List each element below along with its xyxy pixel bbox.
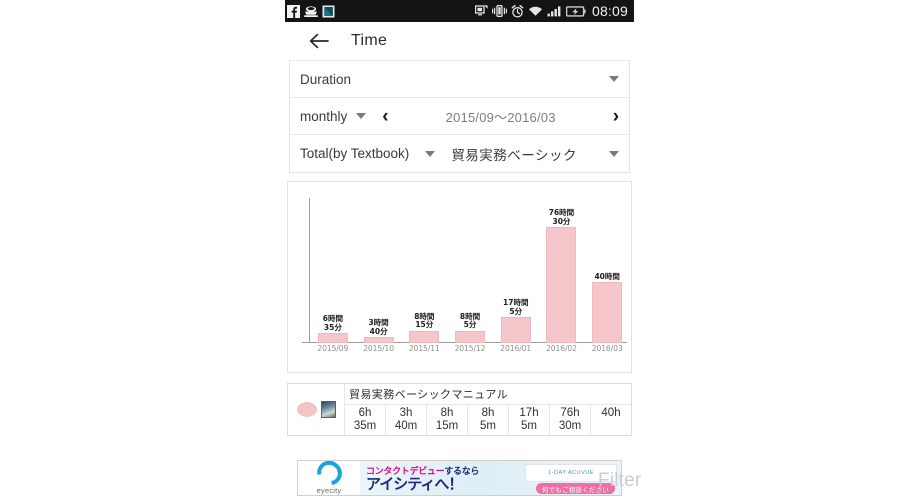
bar-group: 6時間 35分 <box>310 198 356 343</box>
period-chevron-down-icon[interactable] <box>356 113 367 119</box>
bar-value-label: 17時間 5分 <box>503 298 529 316</box>
app-tile-icon <box>322 5 335 18</box>
bar-chart: 6時間 35分 3時間 40分 8時間 15分 8時間 5分 17時間 5分 76時間 30分 40時間… <box>288 182 631 372</box>
aggregate-select-label[interactable]: Total(by Textbook) <box>300 146 409 161</box>
ad-brand-logo: eyecity <box>298 461 360 495</box>
bar-group: 17時間 5分 <box>493 198 539 343</box>
ad-headline-main: アイシティへ！ <box>366 475 463 493</box>
bar <box>500 317 531 343</box>
chart-x-labels: 2015/09 2015/10 2015/11 2015/12 2016/01 2016/… <box>310 344 630 353</box>
ad-cta-pill[interactable]: 何でもご相談ください <box>536 483 615 494</box>
phone-screen: 08:09 Time Duration monthly ‹ 2015/09〜20… <box>285 0 634 500</box>
textbook-chevron-down-icon[interactable] <box>609 150 619 157</box>
prev-period-button[interactable]: ‹ <box>382 107 388 126</box>
bar <box>317 333 348 343</box>
facebook-icon <box>287 4 300 18</box>
status-bar-left-icons <box>287 4 335 18</box>
legend-body: 貿易実務ベーシックマニュアル 6h 35m 3h 40m 8h 15m 8h 5m 17h 5m 7… <box>345 384 631 435</box>
bar-group: 8時間 15分 <box>401 198 447 343</box>
x-axis-tick-label: 2015/10 <box>363 344 394 353</box>
chart-bars: 6時間 35分 3時間 40分 8時間 15分 8時間 5分 17時間 5分 76時間 30分 40時間 <box>310 198 630 343</box>
x-axis-tick-label: 2015/11 <box>408 344 440 353</box>
status-bar-clock: 08:09 <box>591 3 628 19</box>
date-range-label: 2015/09〜2016/03 <box>445 109 556 125</box>
period-select-label[interactable]: monthly <box>300 109 347 124</box>
bar-value-label: 8時間 15分 <box>414 311 435 329</box>
textbook-select-label[interactable]: 貿易実務ベーシック <box>451 144 577 164</box>
bar <box>363 337 394 343</box>
legend-cell: 17h 5m <box>509 405 550 435</box>
chevron-down-icon[interactable] <box>609 76 619 82</box>
legend-cell: 40h <box>601 407 621 419</box>
filter-card: Duration monthly ‹ 2015/09〜2016/03 › Tot… <box>289 60 630 173</box>
bar-group: 40時間 <box>584 198 630 343</box>
coffee-cup-icon <box>303 5 319 18</box>
signal-icon <box>547 5 562 17</box>
series-color-swatch-icon <box>296 402 317 417</box>
legend-value-cells: 6h 35m 3h 40m 8h 15m 8h 5m 17h 5m 76h 30m 40h <box>345 405 631 435</box>
bar-group: 8時間 5分 <box>447 198 493 343</box>
bar-value-label: 8時間 5分 <box>459 311 481 330</box>
legend-cell: 8h 15m <box>427 405 468 435</box>
period-row: monthly ‹ 2015/09〜2016/03 › <box>290 98 629 135</box>
bar-group: 3時間 40分 <box>356 198 402 343</box>
duration-row[interactable]: Duration <box>290 61 629 98</box>
legend-icon-cell <box>288 384 345 435</box>
legend-title: 貿易実務ベーシックマニュアル <box>345 384 631 405</box>
battery-charging-icon <box>565 5 586 17</box>
duration-label: Duration <box>300 71 352 87</box>
bar-group: 76時間 30分 <box>539 198 585 343</box>
legend-table: 貿易実務ベーシックマニュアル 6h 35m 3h 40m 8h 15m 8h 5m 17h 5m 7… <box>287 383 632 436</box>
ad-content[interactable]: eyecity コンタクトデビューするなら アイシティへ！ 1-DAY ACUV… <box>297 460 622 496</box>
bar <box>409 330 440 343</box>
ad-product-label: 1-DAY ACUVUE <box>548 470 594 476</box>
bar-value-label: 40時間 <box>594 271 620 281</box>
bar-value-label: 6時間 35分 <box>322 314 343 332</box>
x-axis-tick-label: 2016/03 <box>591 344 623 353</box>
legend-cell: 6h 35m <box>345 405 386 435</box>
screen-mirror-icon <box>474 5 488 17</box>
app-bar: Time <box>285 22 634 60</box>
next-period-button[interactable]: › <box>613 107 619 126</box>
x-axis-tick-label: 2015/12 <box>454 344 486 353</box>
ad-banner[interactable]: eyecity コンタクトデビューするなら アイシティへ！ 1-DAY ACUV… <box>297 460 622 496</box>
bar <box>592 282 623 343</box>
status-bar: 08:09 <box>285 0 634 22</box>
filter-panel: Duration monthly ‹ 2015/09〜2016/03 › Tot… <box>287 60 632 173</box>
wifi-icon <box>528 5 543 17</box>
ad-copy: コンタクトデビューするなら アイシティへ！ <box>360 464 511 492</box>
x-axis-tick-label: 2015/09 <box>317 344 349 353</box>
chart-card: 6時間 35分 3時間 40分 8時間 15分 8時間 5分 17時間 5分 76時間 30分 40時間… <box>287 181 632 373</box>
x-axis-tick-label: 2016/01 <box>500 344 532 353</box>
page-title: Time <box>351 32 388 49</box>
bar <box>455 330 486 343</box>
legend-cell: 3h 40m <box>386 405 427 435</box>
legend-cell: 76h 30m <box>550 405 591 435</box>
alarm-icon <box>511 4 524 18</box>
vibrate-icon <box>491 4 507 18</box>
aggregate-row: Total(by Textbook) 貿易実務ベーシック <box>290 135 629 172</box>
ad-product-area: 1-DAY ACUVUE 何でもご相談ください <box>511 461 621 495</box>
back-button[interactable] <box>307 29 331 53</box>
legend-cell: 8h 5m <box>468 405 509 435</box>
ad-product-image: 1-DAY ACUVUE <box>525 464 617 482</box>
bar-value-label: 76時間 30分 <box>548 208 575 226</box>
ad-brand-name: eyecity <box>316 486 342 495</box>
bar-value-label: 3時間 40分 <box>368 318 389 336</box>
bar <box>546 227 577 343</box>
x-axis-tick-label: 2016/02 <box>546 344 577 353</box>
status-bar-right-icons: 08:09 <box>474 3 630 19</box>
textbook-thumbnail-icon <box>320 401 336 418</box>
aggregate-chevron-down-icon[interactable] <box>425 150 436 157</box>
screenshot-canvas: 08:09 Time Duration monthly ‹ 2015/09〜20… <box>0 0 900 500</box>
